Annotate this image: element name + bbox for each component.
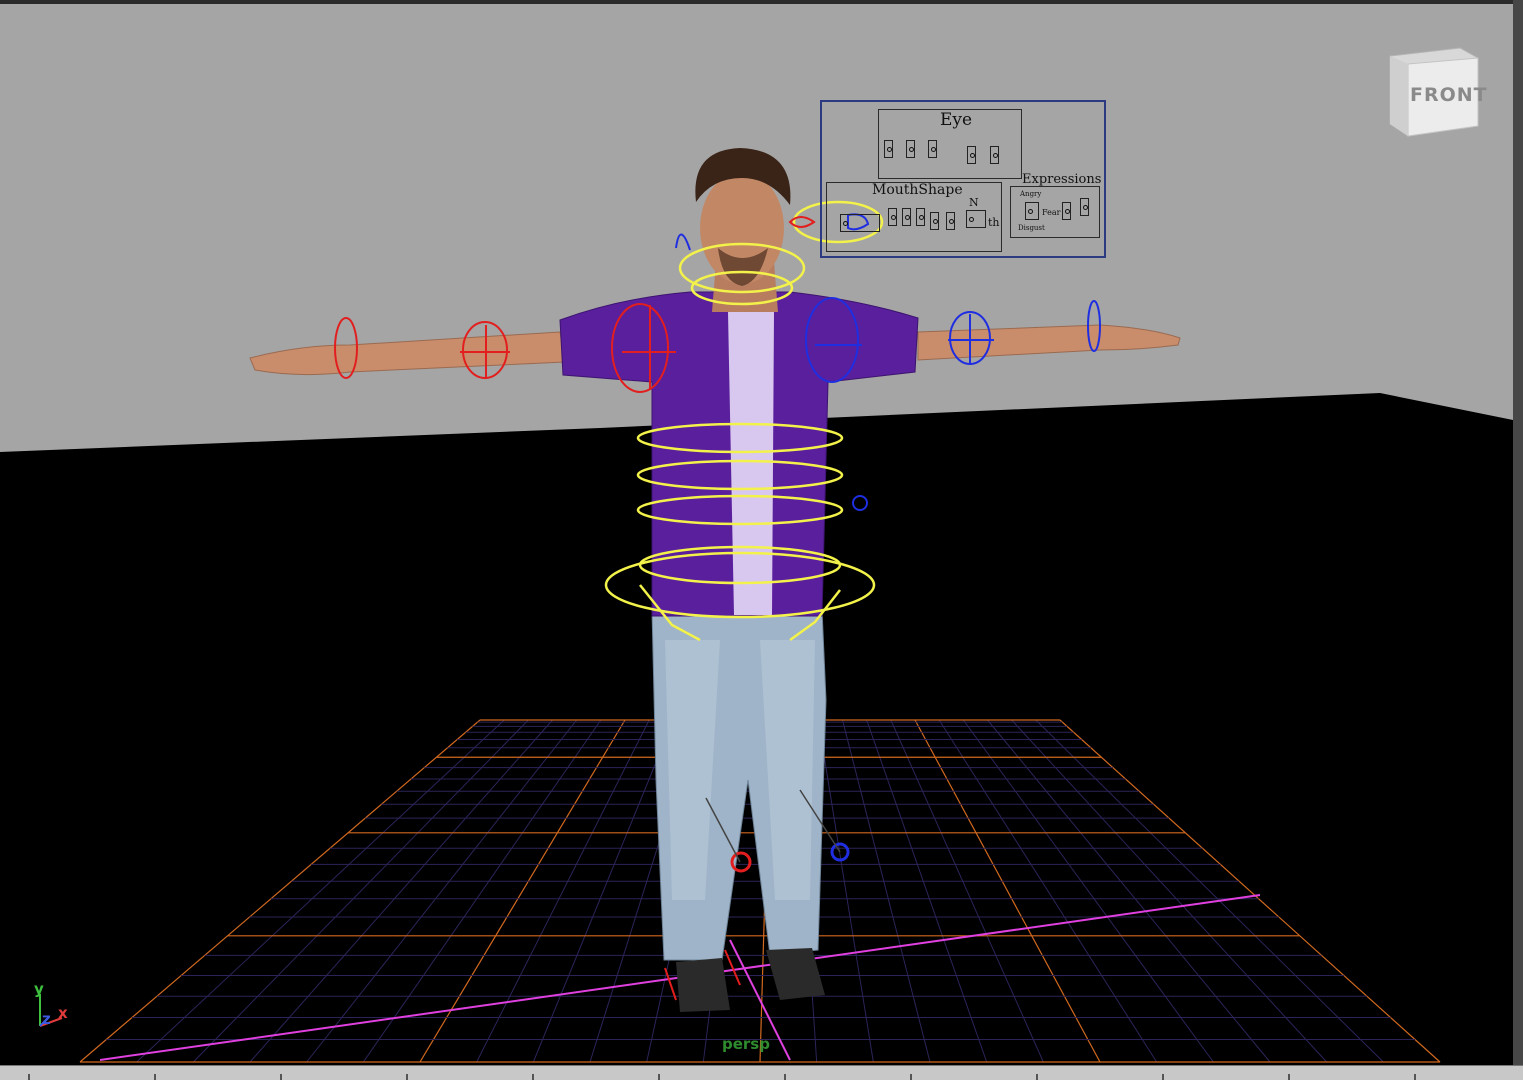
timeline-tick [406, 1074, 408, 1080]
axis-x-label: x [58, 1004, 68, 1022]
view-cube-front-face[interactable] [1407, 57, 1479, 137]
viewport-right-edge [1513, 0, 1523, 1080]
undershirt [728, 312, 774, 615]
timeline-tick [280, 1074, 282, 1080]
eye-title: Eye [940, 110, 973, 130]
axis-z-label: z [42, 1010, 51, 1028]
view-cube[interactable] [1382, 44, 1482, 140]
expr-angry-label: Angry [1020, 190, 1042, 198]
expr-fear-label: Fear [1042, 208, 1061, 217]
time-slider[interactable] [0, 1065, 1523, 1080]
timeline-tick [28, 1074, 30, 1080]
viewport-top-border [0, 0, 1523, 4]
mouth-label-th: th [988, 216, 1000, 229]
timeline-tick [1162, 1074, 1164, 1080]
scene-canvas[interactable] [0, 0, 1513, 1066]
timeline-tick [1414, 1074, 1416, 1080]
timeline-tick [532, 1074, 534, 1080]
left-shoe [676, 958, 730, 1012]
expressions-title: Expressions [1022, 172, 1102, 187]
timeline-tick [1036, 1074, 1038, 1080]
timeline-tick [784, 1074, 786, 1080]
3d-viewport[interactable]: Eye MouthShape N th Expressions Angry Fe… [0, 0, 1513, 1066]
timeline-tick [658, 1074, 660, 1080]
facial-control-panel[interactable]: Eye MouthShape N th Expressions Angry Fe… [820, 100, 1106, 258]
expr-disgust-label: Disgust [1018, 224, 1045, 232]
camera-name-label[interactable]: persp [722, 1035, 770, 1053]
axis-y-label: y [34, 980, 44, 998]
mouth-label-n: N [969, 196, 979, 209]
timeline-tick [154, 1074, 156, 1080]
timeline-tick [910, 1074, 912, 1080]
timeline-tick [1288, 1074, 1290, 1080]
mouth-title: MouthShape [872, 182, 963, 198]
